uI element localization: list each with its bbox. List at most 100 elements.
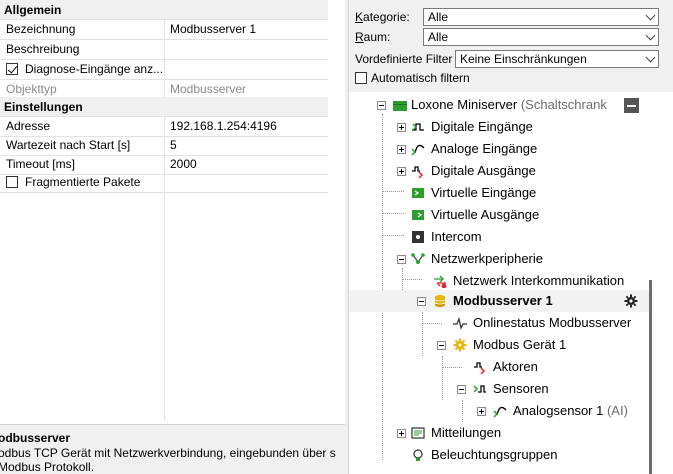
collapse-all-icon[interactable] bbox=[624, 98, 639, 113]
intercom-label: Intercom bbox=[431, 229, 482, 244]
property-row-address[interactable]: Adresse 192.168.1.254:4196 bbox=[0, 117, 328, 137]
pulse-icon bbox=[453, 316, 467, 330]
grid-column-divider bbox=[164, 192, 165, 420]
virtual-input-icon bbox=[412, 188, 424, 198]
online-status-label: Onlinestatus Modbusserver bbox=[473, 315, 632, 330]
category-select[interactable]: Alle bbox=[423, 8, 659, 26]
expand-toggle[interactable] bbox=[397, 167, 406, 176]
digital-input-icon bbox=[412, 123, 424, 131]
network-periphery-label: Netzwerkperipherie bbox=[431, 251, 543, 266]
property-key-wrap: Fragmentierte Pakete bbox=[0, 173, 165, 192]
expand-toggle[interactable] bbox=[397, 123, 406, 132]
network-intercom-label: Netzwerk Interkommunikation bbox=[453, 273, 625, 288]
description-text: odbus TCP Gerät mit Netzwerkverbindung, … bbox=[0, 446, 336, 474]
auto-filter-option[interactable]: Automatisch filtern bbox=[355, 71, 470, 85]
digital-output-icon bbox=[412, 166, 424, 178]
analog-sensor-icon bbox=[493, 406, 507, 418]
analog-input-icon bbox=[411, 144, 425, 156]
property-key: Wartezeit nach Start [s] bbox=[0, 136, 165, 155]
expand-toggle[interactable] bbox=[397, 145, 406, 154]
collapse-toggle[interactable] bbox=[457, 385, 466, 394]
property-row-startup-delay[interactable]: Wartezeit nach Start [s] 5 bbox=[0, 136, 328, 156]
room-select-value: Alle bbox=[428, 30, 449, 44]
network-icon bbox=[411, 253, 425, 264]
virtual-output-icon bbox=[412, 210, 424, 220]
collapse-toggle[interactable] bbox=[437, 341, 446, 350]
messages-icon bbox=[411, 427, 425, 439]
tree-guide-line bbox=[382, 191, 404, 192]
tree-guide-line bbox=[382, 213, 404, 214]
timeout-value[interactable]: 2000 bbox=[170, 155, 326, 174]
predefined-filter-select[interactable]: Keine Einschränkungen bbox=[455, 50, 659, 68]
expand-toggle[interactable] bbox=[397, 429, 406, 438]
predefined-filter-value: Keine Einschränkungen bbox=[460, 52, 587, 66]
grid-empty-area bbox=[0, 192, 328, 420]
property-key: Adresse bbox=[0, 117, 165, 136]
periphery-tree: Loxone Miniserver (Schaltschrank Digital… bbox=[348, 92, 673, 474]
network-intercom-icon bbox=[434, 275, 447, 288]
name-value[interactable]: Modbusserver 1 bbox=[170, 20, 326, 39]
lighting-groups-label: Beleuchtungsgruppen bbox=[431, 447, 558, 462]
property-row-timeout[interactable]: Timeout [ms] 2000 bbox=[0, 155, 328, 175]
address-value[interactable]: 192.168.1.254:4196 bbox=[170, 117, 326, 136]
property-row-name[interactable]: Bezeichnung Modbusserver 1 bbox=[0, 20, 328, 40]
tree-guide-line bbox=[382, 114, 383, 460]
miniserver-icon bbox=[393, 101, 407, 111]
actuators-label: Aktoren bbox=[493, 359, 538, 374]
sensors-label: Sensoren bbox=[493, 381, 549, 396]
section-settings: Einstellungen bbox=[0, 97, 328, 117]
chevron-down-icon bbox=[645, 52, 656, 63]
collapse-toggle[interactable] bbox=[417, 297, 426, 306]
auto-filter-checkbox[interactable] bbox=[355, 72, 367, 84]
property-row-diagnostic-inputs[interactable]: Diagnose-Eingänge anz... bbox=[0, 60, 328, 80]
property-key-wrap: Diagnose-Eingänge anz... bbox=[0, 60, 165, 79]
modbus-device-label: Modbus Gerät 1 bbox=[473, 337, 567, 352]
modbus-server-label: Modbusserver 1 bbox=[453, 293, 553, 308]
property-row-fragmented-packets[interactable]: Fragmentierte Pakete bbox=[0, 173, 328, 193]
property-grid: Allgemein Bezeichnung Modbusserver 1 Bes… bbox=[0, 0, 328, 420]
collapse-toggle[interactable] bbox=[397, 255, 406, 264]
diagnostic-inputs-checkbox[interactable] bbox=[6, 63, 18, 75]
chevron-down-icon bbox=[645, 10, 656, 21]
chevron-down-icon bbox=[645, 30, 656, 41]
property-row-description[interactable]: Beschreibung bbox=[0, 40, 328, 60]
tree-guide-line bbox=[422, 312, 423, 356]
analog-sensor-type: (AI) bbox=[606, 403, 628, 418]
room-select[interactable]: Alle bbox=[423, 28, 659, 46]
description-value[interactable] bbox=[170, 40, 326, 59]
actuator-icon bbox=[474, 362, 486, 374]
startup-delay-value[interactable]: 5 bbox=[170, 136, 326, 155]
fragmented-value bbox=[170, 173, 326, 192]
gear-icon[interactable] bbox=[624, 294, 638, 308]
tree-node-miniserver[interactable]: Loxone Miniserver (Schaltschrank bbox=[349, 94, 649, 116]
device-gear-icon bbox=[453, 338, 467, 352]
properties-panel: Allgemein Bezeichnung Modbusserver 1 Bes… bbox=[0, 0, 345, 474]
expand-toggle[interactable] bbox=[477, 407, 486, 416]
section-general: Allgemein bbox=[0, 0, 328, 20]
lightbulb-icon bbox=[413, 449, 423, 461]
tree-guide-line bbox=[382, 235, 404, 236]
tree-guide-line bbox=[442, 367, 462, 368]
category-label: Kategorie: bbox=[355, 10, 410, 24]
category-select-value: Alle bbox=[428, 10, 449, 24]
property-key: Diagnose-Eingänge anz... bbox=[25, 62, 164, 76]
tree-scrollbar-thumb[interactable] bbox=[649, 280, 652, 474]
sensor-icon bbox=[473, 385, 486, 393]
property-key: Timeout [ms] bbox=[0, 155, 165, 174]
tree-guide-line bbox=[462, 400, 463, 422]
tree-guide-line bbox=[402, 279, 422, 280]
fragmented-packets-checkbox[interactable] bbox=[6, 176, 18, 188]
virtual-inputs-label: Virtuelle Eingänge bbox=[431, 185, 537, 200]
periphery-tree-panel: Kategorie: Alle Raum: Alle Vordefinierte… bbox=[348, 0, 673, 474]
description-title: odbusserver bbox=[0, 431, 71, 445]
analog-inputs-label: Analoge Eingänge bbox=[431, 141, 538, 156]
digital-outputs-label: Digitale Ausgänge bbox=[431, 163, 536, 178]
room-label: Raum: bbox=[355, 30, 391, 44]
tree-node-modbus-server[interactable]: Modbusserver 1 bbox=[349, 290, 649, 312]
filter-bar: Kategorie: Alle Raum: Alle Vordefinierte… bbox=[348, 0, 673, 92]
auto-filter-label: Automatisch filtern bbox=[371, 71, 470, 85]
messages-label: Mitteilungen bbox=[431, 425, 502, 440]
collapse-toggle[interactable] bbox=[377, 101, 386, 110]
tree-guide-line bbox=[422, 323, 442, 324]
diagnostic-value bbox=[170, 60, 326, 79]
